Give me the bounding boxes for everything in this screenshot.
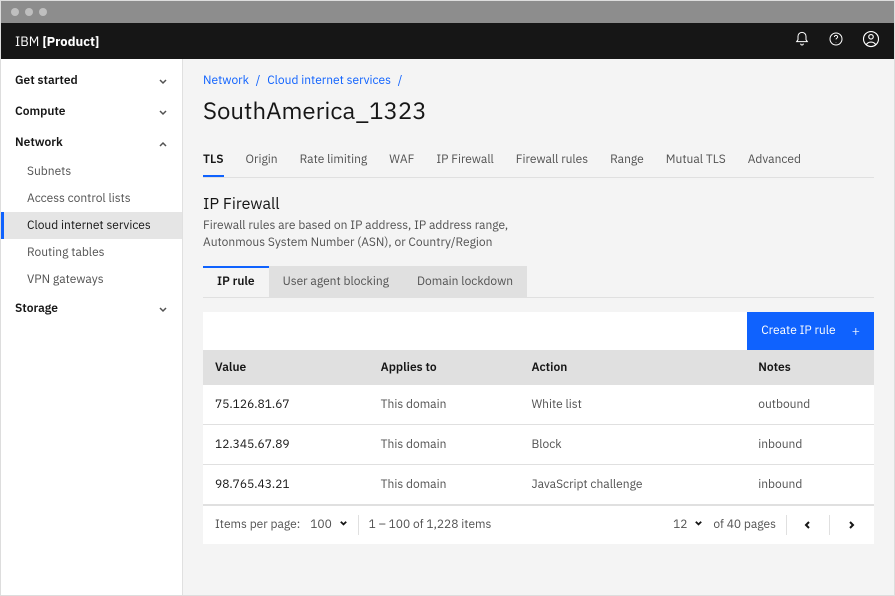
- brand-prefix: IBM: [15, 33, 42, 50]
- sidebar-item-routing-tables[interactable]: Routing tables: [1, 239, 182, 266]
- items-per-page-value: 100: [310, 517, 332, 532]
- divider: [358, 515, 359, 535]
- tab-rate-limiting[interactable]: Rate limiting: [300, 144, 368, 177]
- subtab-user-agent-blocking[interactable]: User agent blocking: [269, 266, 403, 297]
- sidebar-section-network[interactable]: Network: [1, 127, 182, 158]
- subtab-ip-rule[interactable]: IP rule: [203, 266, 269, 297]
- window: IBM [Product] Get started Compute: [0, 0, 895, 596]
- tab-tls[interactable]: TLS: [203, 144, 224, 177]
- breadcrumb: Network / Cloud internet services /: [203, 73, 874, 88]
- table-row[interactable]: 98.765.43.21 This domain JavaScript chal…: [203, 464, 874, 504]
- cell-applies: This domain: [369, 424, 520, 464]
- tab-advanced[interactable]: Advanced: [748, 144, 801, 177]
- current-page: 12: [673, 517, 687, 532]
- user-icon[interactable]: [862, 30, 880, 52]
- sidebar-item-acl[interactable]: Access control lists: [1, 185, 182, 212]
- sidebar-section-label: Get started: [15, 73, 78, 88]
- breadcrumb-sep: /: [256, 73, 261, 88]
- cell-notes: inbound: [746, 464, 874, 504]
- tabs: TLS Origin Rate limiting WAF IP Firewall…: [203, 144, 874, 178]
- topbar: IBM [Product]: [1, 23, 894, 59]
- tab-ip-firewall[interactable]: IP Firewall: [436, 144, 493, 177]
- cell-action: Block: [519, 424, 746, 464]
- divider: [829, 515, 830, 535]
- table-row[interactable]: 75.126.81.67 This domain White list outb…: [203, 385, 874, 425]
- chevron-down-icon: [339, 517, 348, 532]
- table-row[interactable]: 12.345.67.89 This domain Block inbound: [203, 424, 874, 464]
- range-text: 1 – 100 of 1,228 items: [369, 517, 492, 532]
- page-title: SouthAmerica_1323: [203, 94, 874, 126]
- cell-applies: This domain: [369, 385, 520, 425]
- breadcrumb-item[interactable]: Network: [203, 73, 249, 88]
- tab-firewall-rules[interactable]: Firewall rules: [516, 144, 588, 177]
- chevron-left-icon: [803, 520, 813, 530]
- sidebar-item-subnets[interactable]: Subnets: [1, 158, 182, 185]
- brand-product: [Product]: [42, 33, 99, 50]
- cell-action: JavaScript challenge: [519, 464, 746, 504]
- window-dot[interactable]: [39, 8, 47, 16]
- sidebar-section-label: Storage: [15, 301, 58, 316]
- sidebar-item-vpn-gateways[interactable]: VPN gateways: [1, 266, 182, 293]
- prev-page-button[interactable]: [797, 514, 819, 536]
- sidebar-section-label: Compute: [15, 104, 66, 119]
- divider: [786, 515, 787, 535]
- subtabs: IP rule User agent blocking Domain lockd…: [203, 266, 874, 298]
- window-dot[interactable]: [25, 8, 33, 16]
- sidebar-section-storage[interactable]: Storage: [1, 293, 182, 324]
- window-titlebar: [1, 1, 894, 23]
- sidebar: Get started Compute Network Subnets Acce…: [1, 59, 183, 595]
- col-action[interactable]: Action: [519, 350, 746, 385]
- cell-applies: This domain: [369, 464, 520, 504]
- panel: Create IP rule + Value Applies to Action…: [203, 312, 874, 544]
- chevron-down-icon: [158, 76, 168, 86]
- brand: IBM [Product]: [15, 33, 99, 50]
- cell-action: White list: [519, 385, 746, 425]
- cell-value: 75.126.81.67: [203, 385, 369, 425]
- col-applies-to[interactable]: Applies to: [369, 350, 520, 385]
- tab-origin[interactable]: Origin: [246, 144, 278, 177]
- total-pages: of 40 pages: [713, 517, 776, 532]
- chevron-down-icon: [158, 107, 168, 117]
- pagination: Items per page: 100 1 – 100 of 1,228 ite…: [203, 505, 874, 544]
- breadcrumb-sep: /: [398, 73, 403, 88]
- sidebar-section-compute[interactable]: Compute: [1, 96, 182, 127]
- cell-notes: outbound: [746, 385, 874, 425]
- cell-value: 12.345.67.89: [203, 424, 369, 464]
- col-value[interactable]: Value: [203, 350, 369, 385]
- window-dot[interactable]: [11, 8, 19, 16]
- subtab-domain-lockdown[interactable]: Domain lockdown: [403, 266, 527, 297]
- chevron-up-icon: [158, 138, 168, 148]
- section-title: IP Firewall: [203, 194, 874, 214]
- col-notes[interactable]: Notes: [746, 350, 874, 385]
- notification-icon[interactable]: [794, 31, 810, 51]
- create-button-label: Create IP rule: [761, 323, 835, 338]
- tab-range[interactable]: Range: [610, 144, 644, 177]
- help-icon[interactable]: [828, 31, 844, 51]
- chevron-right-icon: [846, 520, 856, 530]
- sidebar-section-label: Network: [15, 135, 63, 150]
- tab-mutual-tls[interactable]: Mutual TLS: [666, 144, 726, 177]
- next-page-button[interactable]: [840, 514, 862, 536]
- chevron-down-icon: [694, 517, 703, 532]
- sidebar-section-get-started[interactable]: Get started: [1, 65, 182, 96]
- items-per-page-select[interactable]: 100: [310, 517, 347, 532]
- items-per-page-label: Items per page:: [215, 517, 300, 532]
- main-content: Network / Cloud internet services / Sout…: [183, 59, 894, 595]
- breadcrumb-item[interactable]: Cloud internet services: [267, 73, 391, 88]
- chevron-down-icon: [158, 304, 168, 314]
- plus-icon: +: [852, 322, 860, 340]
- sidebar-item-cloud-internet-services[interactable]: Cloud internet services: [1, 212, 182, 239]
- section-description: Firewall rules are based on IP address, …: [203, 218, 523, 252]
- tab-waf[interactable]: WAF: [389, 144, 414, 177]
- cell-value: 98.765.43.21: [203, 464, 369, 504]
- create-ip-rule-button[interactable]: Create IP rule +: [747, 312, 874, 350]
- rules-table: Value Applies to Action Notes 75.126.81.…: [203, 350, 874, 505]
- cell-notes: inbound: [746, 424, 874, 464]
- page-select[interactable]: 12: [673, 517, 703, 532]
